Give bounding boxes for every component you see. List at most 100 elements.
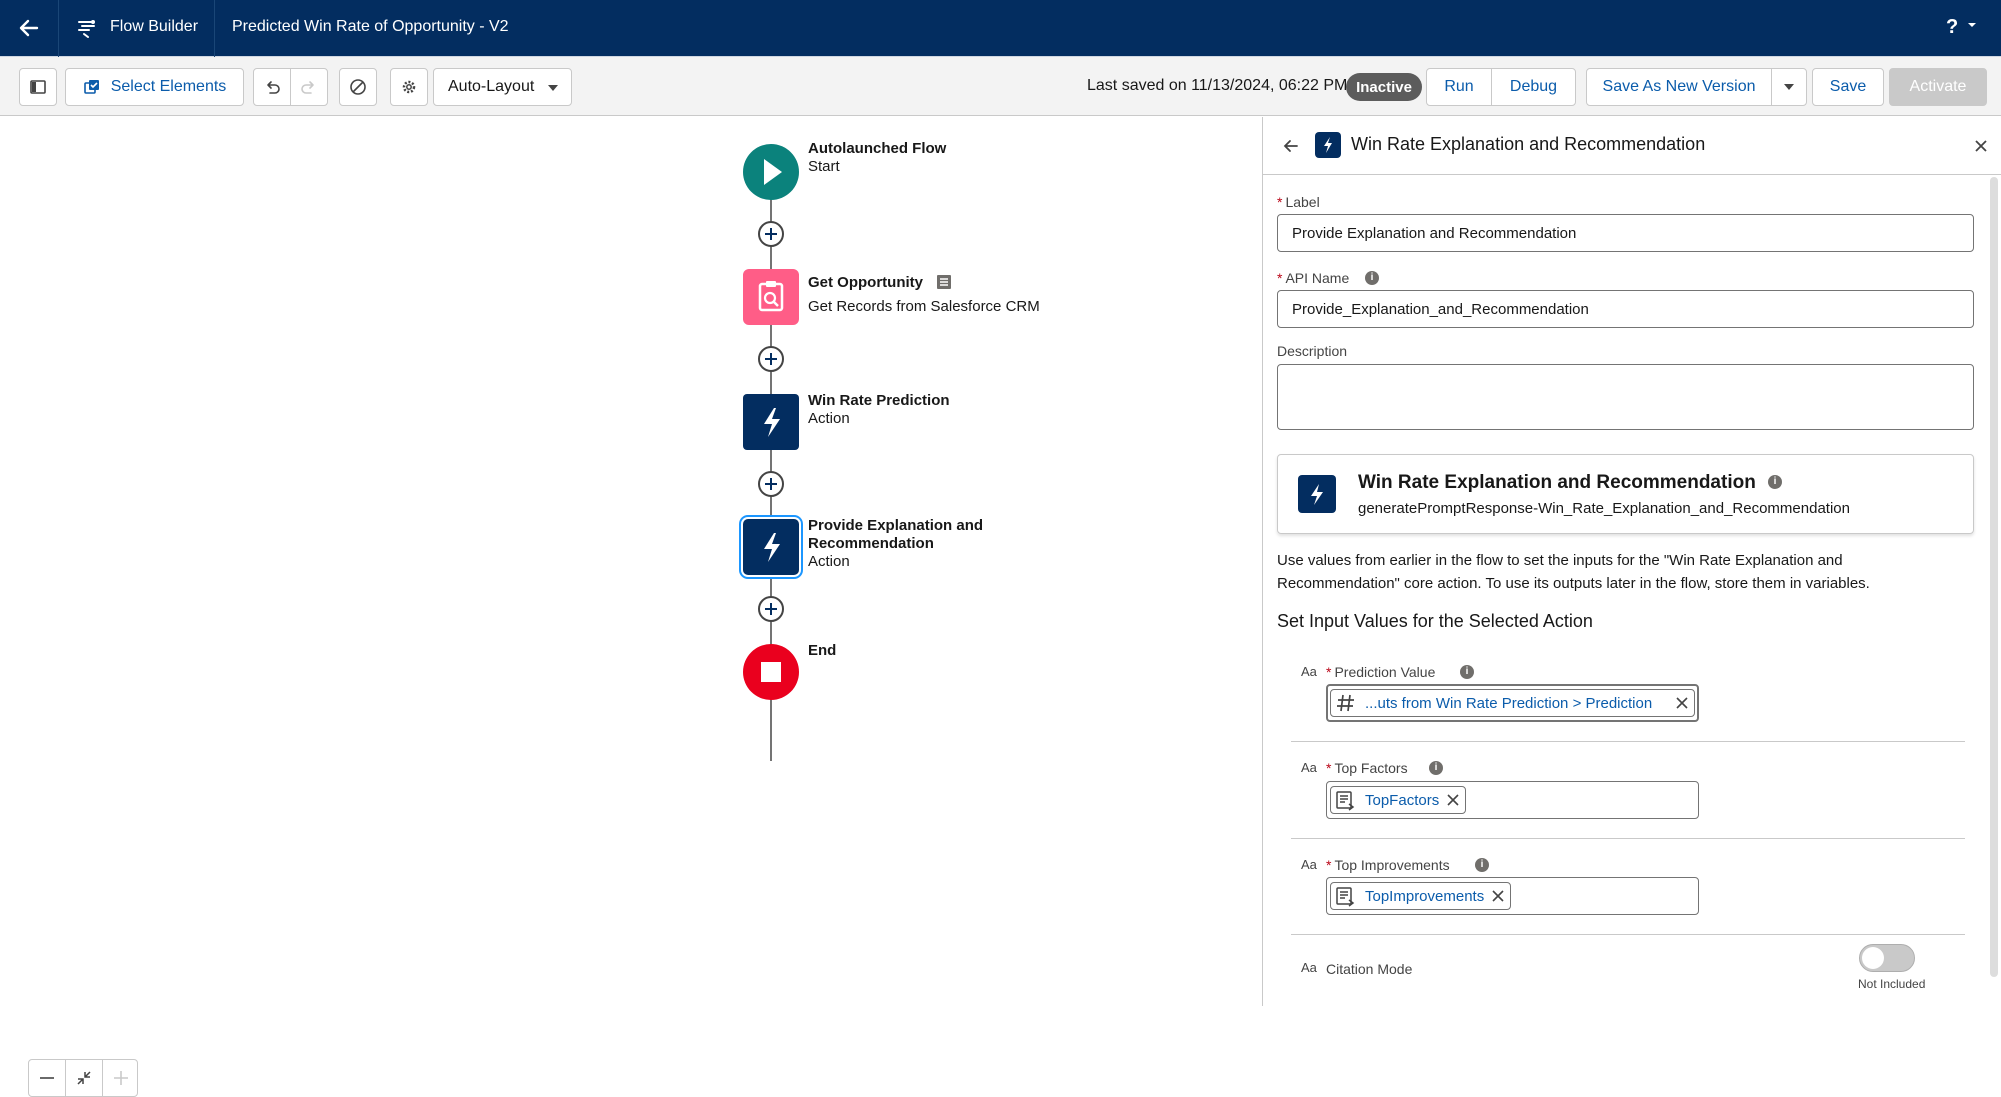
text-type-icon: Aa: [1301, 760, 1317, 775]
info-icon[interactable]: i: [1768, 475, 1782, 489]
gear-icon: [402, 80, 416, 94]
fit-view-icon[interactable]: [66, 1060, 102, 1096]
activate-button[interactable]: Activate: [1889, 68, 1987, 106]
plus-icon: [765, 353, 777, 365]
description-field-label: Description: [1277, 343, 1348, 359]
text-type-icon: Aa: [1301, 664, 1317, 679]
flow-canvas[interactable]: Autolaunched Flow Start Get Opportunity …: [0, 117, 1262, 1097]
redo-icon: [301, 81, 314, 94]
global-header: Flow Builder Predicted Win Rate of Oppor…: [0, 0, 2001, 57]
provide-explanation-node[interactable]: [743, 519, 799, 575]
info-icon[interactable]: i: [1475, 858, 1489, 872]
save-as-new-version-button[interactable]: Save As New Version: [1586, 68, 1772, 106]
win-rate-prediction-node[interactable]: [743, 394, 799, 450]
toggle-panel-button[interactable]: [19, 68, 57, 106]
get-records-icon: [758, 281, 784, 312]
back-arrow-icon[interactable]: [16, 15, 42, 41]
node-subtitle: Action: [808, 553, 850, 570]
end-node[interactable]: [743, 644, 799, 700]
debug-button[interactable]: Debug: [1491, 68, 1576, 106]
description-textarea[interactable]: [1277, 364, 1974, 430]
text-type-icon: Aa: [1301, 857, 1317, 872]
panel-scrollbar[interactable]: [1990, 177, 1998, 977]
add-element-button[interactable]: [758, 596, 784, 622]
resource-pill[interactable]: ...uts from Win Rate Prediction > Predic…: [1330, 689, 1695, 717]
prediction-value-field[interactable]: ...uts from Win Rate Prediction > Predic…: [1326, 684, 1699, 722]
lightning-icon: [764, 408, 780, 437]
save-button[interactable]: Save: [1812, 68, 1884, 106]
panel-header: Win Rate Explanation and Recommendation: [1263, 117, 2001, 175]
input-label: * Top Improvements: [1326, 857, 1450, 873]
undo-icon: [267, 81, 280, 94]
number-icon: [1337, 694, 1354, 712]
remove-icon[interactable]: [1447, 794, 1459, 806]
action-card-title: Win Rate Explanation and Recommendation: [1358, 472, 1756, 493]
pill-label: ...uts from Win Rate Prediction > Predic…: [1365, 694, 1653, 712]
chevron-down-icon: [548, 85, 558, 91]
node-subtitle: Get Records from Salesforce CRM: [808, 298, 1040, 315]
info-icon[interactable]: i: [1429, 761, 1443, 775]
node-subtitle: Action: [808, 410, 850, 427]
back-arrow-icon[interactable]: [1281, 136, 1301, 156]
stop-icon: [761, 662, 781, 682]
settings-button[interactable]: [390, 68, 428, 106]
label-input[interactable]: Provide Explanation and Recommendation: [1277, 214, 1974, 252]
action-card: Win Rate Explanation and Recommendation …: [1277, 454, 1974, 534]
info-icon[interactable]: i: [1365, 271, 1379, 285]
api-name-input[interactable]: Provide_Explanation_and_Recommendation: [1277, 290, 1974, 328]
status-badge: Inactive: [1346, 73, 1422, 101]
resource-pill[interactable]: TopImprovements: [1330, 882, 1512, 910]
plus-icon: [765, 603, 777, 615]
select-elements-label: Select Elements: [110, 78, 227, 95]
redo-button[interactable]: [290, 68, 328, 106]
start-node[interactable]: [743, 144, 799, 200]
text-template-icon: [1336, 887, 1355, 907]
activate-label: Activate: [1909, 78, 1967, 95]
node-subtitle: Start: [808, 158, 840, 175]
close-icon[interactable]: [1973, 138, 1989, 154]
pill-label: TopFactors: [1365, 791, 1440, 809]
top-factors-field[interactable]: TopFactors: [1326, 781, 1699, 819]
zoom-controls: [28, 1059, 138, 1097]
chevron-down-icon[interactable]: [1967, 20, 1977, 30]
run-button[interactable]: Run: [1426, 68, 1492, 106]
node-title: Provide Explanation and: [808, 517, 984, 534]
remove-icon[interactable]: [1492, 890, 1504, 902]
ban-icon: [350, 79, 366, 95]
get-opportunity-node[interactable]: [743, 269, 799, 325]
add-element-button[interactable]: [758, 221, 784, 247]
node-title: Get Opportunity: [808, 274, 923, 291]
flow-builder-icon: [78, 20, 95, 38]
zoom-out-icon[interactable]: [29, 1060, 65, 1096]
add-element-button[interactable]: [758, 471, 784, 497]
help-text-line: Use values from earlier in the flow to s…: [1277, 552, 1843, 569]
description-icon[interactable]: [936, 274, 952, 290]
help-icon[interactable]: ?: [1946, 16, 1958, 39]
zoom-in-icon[interactable]: [103, 1060, 139, 1096]
errors-button[interactable]: [339, 68, 377, 106]
app-name: Flow Builder: [110, 18, 199, 35]
select-elements-button[interactable]: Select Elements: [65, 68, 244, 106]
last-saved-text: Last saved on 11/13/2024, 06:22 PM: [1087, 77, 1348, 94]
play-icon: [764, 159, 782, 185]
remove-icon[interactable]: [1676, 697, 1688, 709]
top-improvements-field[interactable]: TopImprovements: [1326, 877, 1699, 915]
layout-select[interactable]: Auto-Layout: [433, 68, 572, 106]
toolbar: Select Elements Auto-Layout Last saved o…: [0, 57, 2001, 116]
add-element-button[interactable]: [758, 346, 784, 372]
save-as-new-version-label: Save As New Version: [1602, 78, 1756, 95]
header-divider: [214, 0, 215, 57]
save-options-dropdown[interactable]: [1771, 68, 1807, 106]
citation-mode-toggle[interactable]: [1859, 944, 1915, 972]
info-icon[interactable]: i: [1460, 665, 1474, 679]
resource-pill[interactable]: TopFactors: [1330, 786, 1467, 814]
toggle-knob: [1862, 947, 1884, 969]
lightning-icon: [764, 533, 780, 562]
plus-icon: [765, 228, 777, 240]
text-template-icon: [1336, 791, 1355, 811]
node-title-line2: Recommendation: [808, 535, 934, 552]
help-text-line: Recommendation" core action. To use its …: [1277, 575, 1870, 592]
undo-button[interactable]: [253, 68, 291, 106]
input-label: * Top Factors: [1326, 760, 1408, 776]
flow-title: Predicted Win Rate of Opportunity - V2: [232, 18, 509, 35]
